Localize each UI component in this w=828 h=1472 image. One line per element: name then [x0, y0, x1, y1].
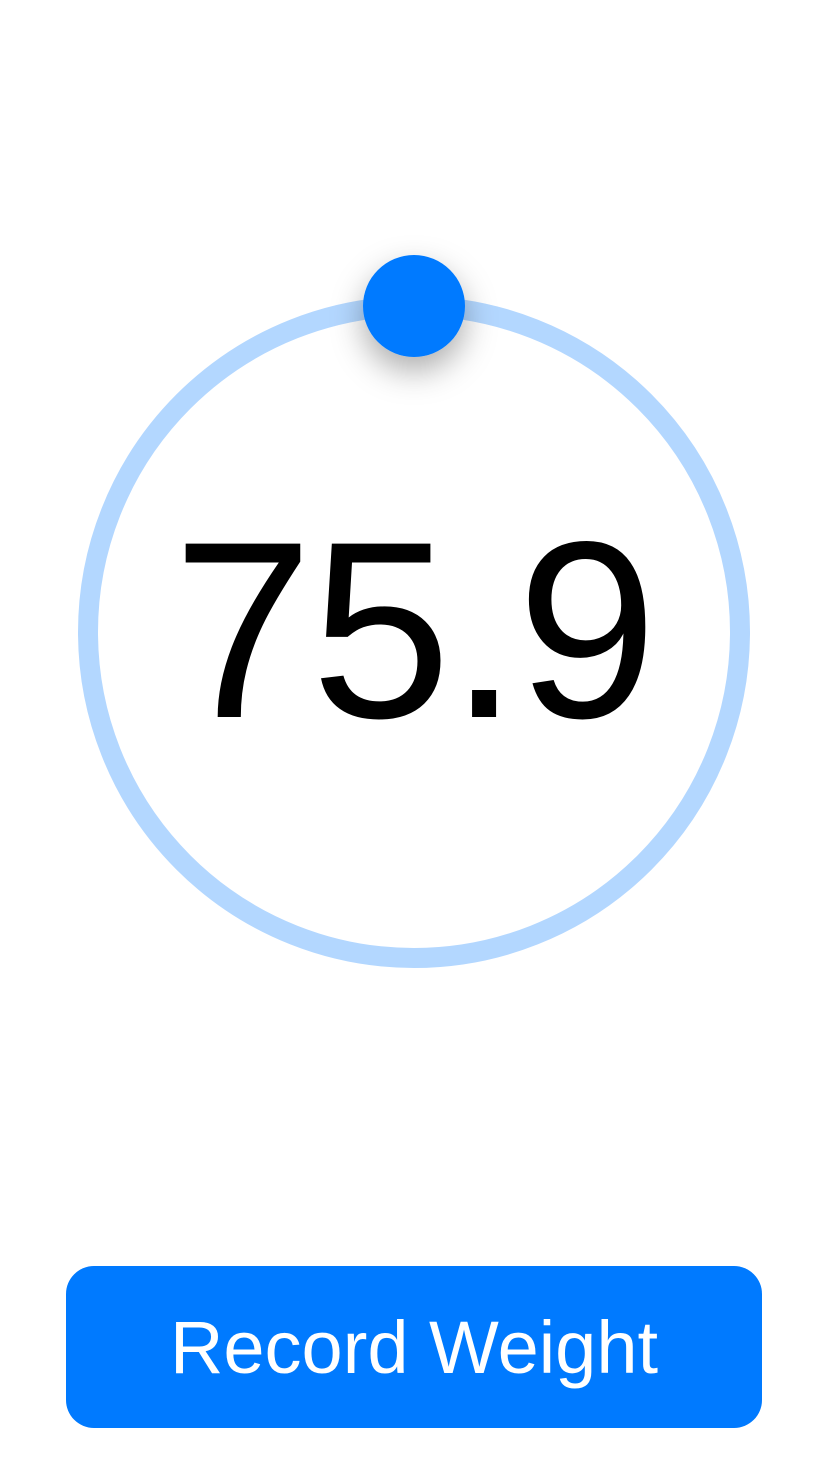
record-weight-button[interactable]: Record Weight [66, 1266, 762, 1428]
record-weight-button-label: Record Weight [169, 1305, 659, 1389]
weight-value-display: 75.9 [172, 490, 657, 771]
weight-entry-screen: 75.9 Record Weight [0, 0, 828, 1472]
dial-knob-handle[interactable] [363, 255, 465, 357]
